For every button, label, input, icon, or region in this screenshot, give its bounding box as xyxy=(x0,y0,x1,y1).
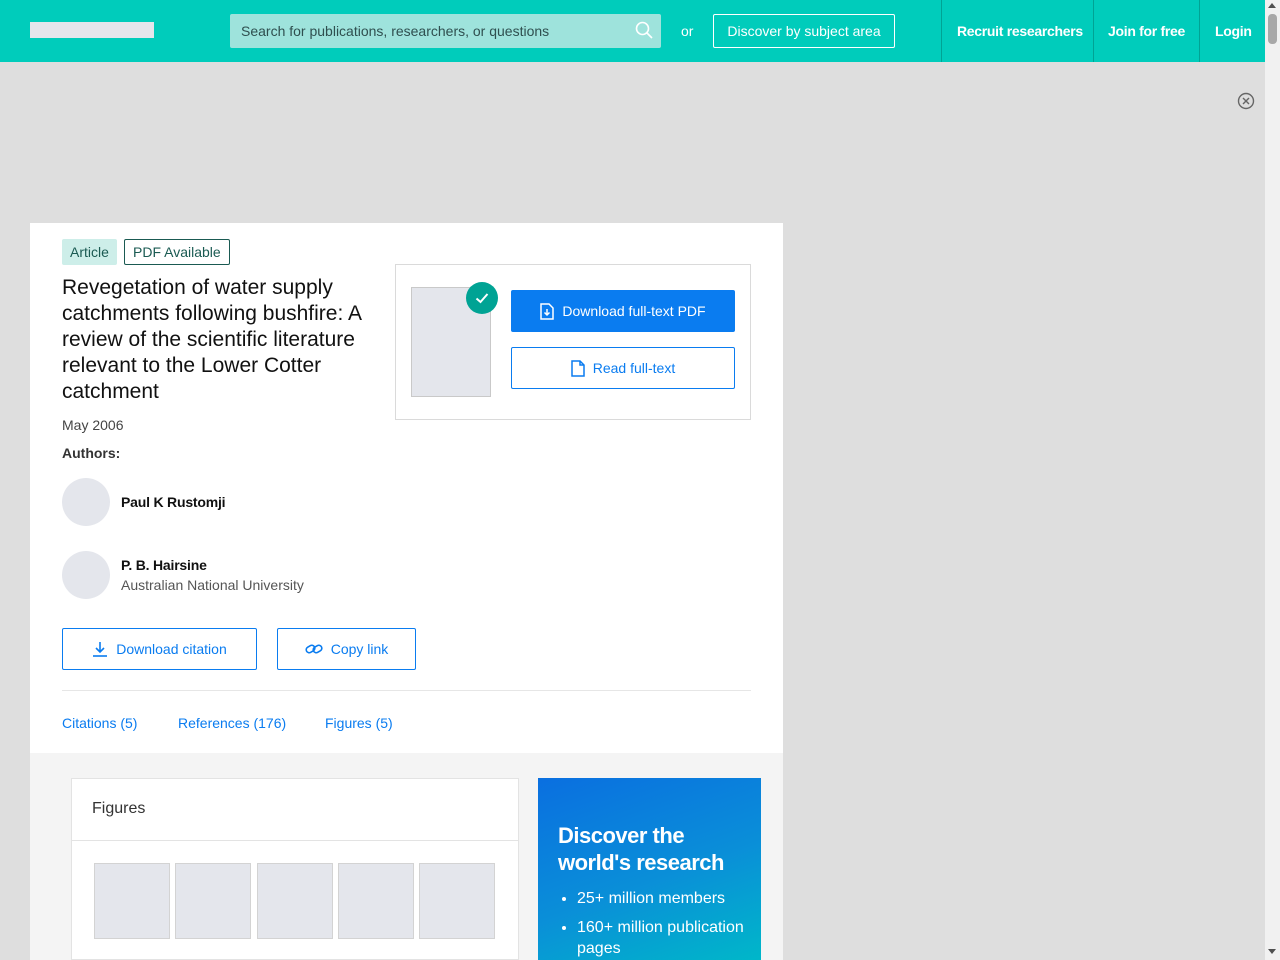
or-text: or xyxy=(681,23,694,39)
discover-by-subject-button[interactable]: Discover by subject area xyxy=(713,14,895,48)
author-item[interactable]: P. B. Hairsine Australian National Unive… xyxy=(62,551,382,599)
authors-label: Authors: xyxy=(62,445,121,461)
figures-title: Figures xyxy=(92,800,146,817)
promo-title: Discover the world's research xyxy=(558,823,724,875)
figures-divider xyxy=(72,840,518,841)
download-citation-label: Download citation xyxy=(116,641,227,657)
link-icon xyxy=(305,644,323,654)
publication-date: May 2006 xyxy=(62,417,124,433)
top-navigation-bar: or Discover by subject area Recruit rese… xyxy=(0,0,1265,62)
scroll-up-arrow[interactable] xyxy=(1268,3,1276,8)
figures-card: Figures xyxy=(71,778,519,960)
site-logo[interactable] xyxy=(30,22,154,38)
promo-bullet-list: 25+ million members 160+ million publica… xyxy=(577,888,747,960)
figure-thumbnail[interactable] xyxy=(419,863,495,939)
page-scrollbar[interactable] xyxy=(1265,0,1280,960)
document-icon xyxy=(571,359,585,377)
article-header-card: Article PDF Available Revegetation of wa… xyxy=(30,223,783,753)
article-type-badge: Article xyxy=(62,239,117,265)
promo-bullet: 25+ million members xyxy=(577,888,747,909)
figure-thumbnail[interactable] xyxy=(94,863,170,939)
promo-bullet: 160+ million publication pages xyxy=(577,917,747,959)
download-pdf-label: Download full-text PDF xyxy=(562,303,706,319)
avatar[interactable] xyxy=(62,551,110,599)
download-full-text-pdf-button[interactable]: Download full-text PDF xyxy=(511,290,735,332)
scroll-thumb[interactable] xyxy=(1268,14,1277,44)
close-circle-icon[interactable] xyxy=(1237,92,1255,110)
read-full-text-button[interactable]: Read full-text xyxy=(511,347,735,389)
full-text-box: Download full-text PDF Read full-text xyxy=(395,264,751,420)
author-institution[interactable]: Australian National University xyxy=(121,577,304,593)
login-link[interactable]: Login xyxy=(1215,0,1252,62)
figure-thumbnail[interactable] xyxy=(257,863,333,939)
recruit-researchers-link[interactable]: Recruit researchers xyxy=(957,0,1083,62)
pdf-available-badge: PDF Available xyxy=(124,239,230,265)
figure-thumbnail[interactable] xyxy=(338,863,414,939)
discover-research-promo[interactable]: Discover the world's research 25+ millio… xyxy=(538,778,761,960)
author-item[interactable]: Paul K Rustomji xyxy=(62,478,382,526)
download-citation-button[interactable]: Download citation xyxy=(62,628,257,670)
search-box xyxy=(230,14,661,48)
tab-references[interactable]: References (176) xyxy=(178,715,286,731)
author-name[interactable]: Paul K Rustomji xyxy=(121,494,226,510)
tab-citations[interactable]: Citations (5) xyxy=(62,715,137,731)
join-for-free-link[interactable]: Join for free xyxy=(1108,0,1185,62)
nav-divider xyxy=(1199,0,1200,62)
search-icon[interactable] xyxy=(635,21,653,39)
tab-divider xyxy=(62,690,751,691)
check-icon xyxy=(466,282,498,314)
avatar[interactable] xyxy=(62,478,110,526)
nav-divider xyxy=(941,0,942,62)
read-full-text-label: Read full-text xyxy=(592,360,676,376)
figure-thumbnail[interactable] xyxy=(175,863,251,939)
pdf-download-icon xyxy=(540,302,555,320)
copy-link-label: Copy link xyxy=(330,641,389,657)
search-input[interactable] xyxy=(230,14,630,48)
download-icon xyxy=(93,642,108,657)
scroll-down-arrow[interactable] xyxy=(1268,949,1276,954)
copy-link-button[interactable]: Copy link xyxy=(277,628,416,670)
author-name[interactable]: P. B. Hairsine xyxy=(121,557,207,573)
tab-figures[interactable]: Figures (5) xyxy=(325,715,393,731)
nav-divider xyxy=(1093,0,1094,62)
article-title: Revegetation of water supply catchments … xyxy=(62,276,361,403)
